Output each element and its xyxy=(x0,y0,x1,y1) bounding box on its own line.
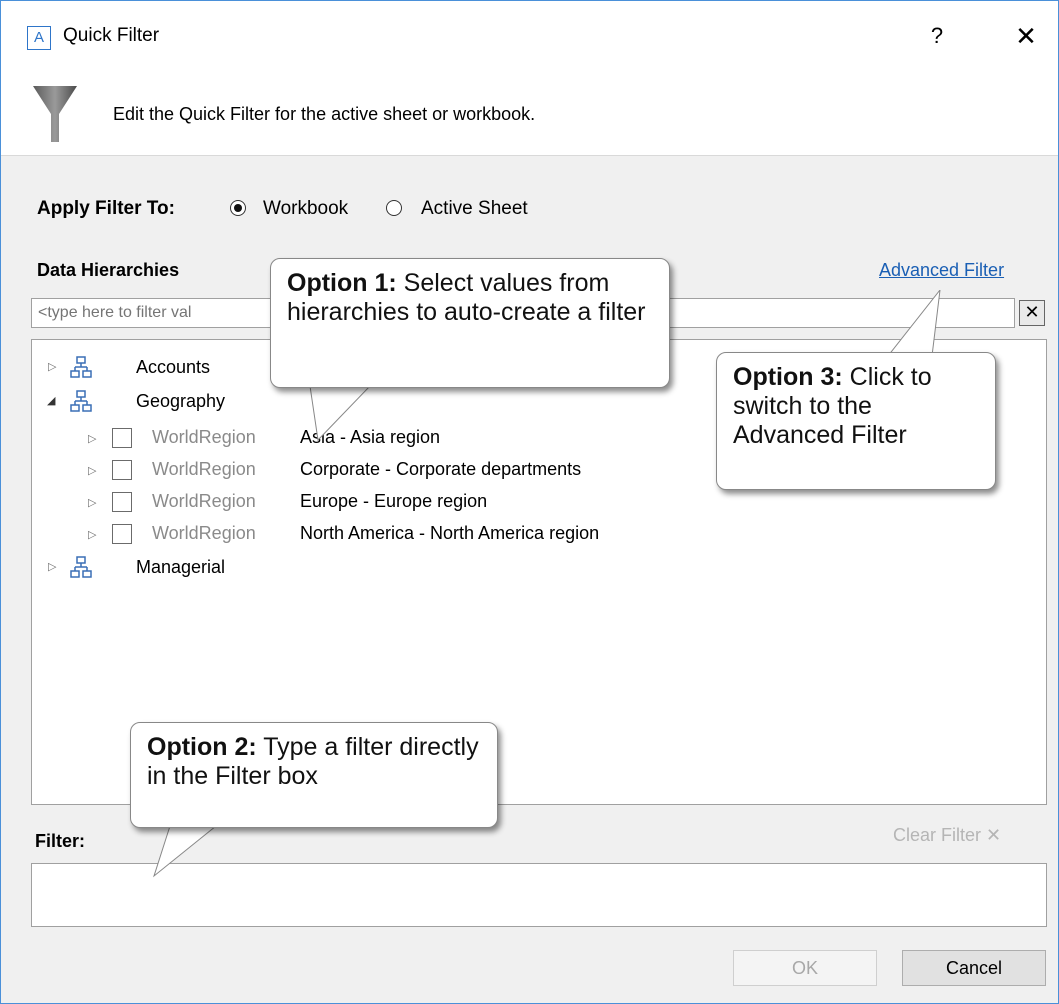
level-label: WorldRegion xyxy=(152,491,256,511)
callout-option-2: Option 2: Type a filter directly in the … xyxy=(130,722,498,828)
hierarchy-icon xyxy=(70,556,92,578)
workbook-radio[interactable] xyxy=(230,200,246,216)
callout-1-tail xyxy=(309,386,371,442)
callout-3-title: Option 3: xyxy=(733,363,843,391)
hierarchy-icon xyxy=(70,356,92,378)
callout-option-3: Option 3: Click to switch to the Advance… xyxy=(716,352,996,490)
filter-label: Filter: xyxy=(35,831,86,851)
tree-node-geography[interactable]: Geography xyxy=(136,391,225,412)
expand-north-america-icon[interactable]: ▷ xyxy=(88,528,96,541)
hierarchy-icon xyxy=(70,390,92,412)
ok-button[interactable]: OK xyxy=(733,950,877,986)
dialog-title: Quick Filter xyxy=(63,25,160,46)
tree-node-managerial[interactable]: Managerial xyxy=(136,557,225,578)
expand-corporate-icon[interactable]: ▷ xyxy=(88,464,96,477)
cancel-button[interactable]: Cancel xyxy=(902,950,1046,986)
europe-checkbox[interactable] xyxy=(112,492,132,512)
help-button[interactable]: ? xyxy=(925,23,949,51)
tree-node-accounts[interactable]: Accounts xyxy=(136,357,210,378)
callout-1-title: Option 1: xyxy=(287,269,397,297)
corporate-checkbox[interactable] xyxy=(112,460,132,480)
close-button[interactable]: ✕ xyxy=(1009,19,1043,53)
level-label: WorldRegion xyxy=(152,459,256,479)
member-north-america[interactable]: North America - North America region xyxy=(300,523,599,544)
advanced-filter-link[interactable]: Advanced Filter xyxy=(879,260,1004,281)
level-label: WorldRegion xyxy=(152,523,256,543)
asia-checkbox[interactable] xyxy=(112,428,132,448)
funnel-icon xyxy=(33,86,77,142)
apply-filter-label: Apply Filter To: xyxy=(37,198,175,219)
north-america-checkbox[interactable] xyxy=(112,524,132,544)
member-corporate[interactable]: Corporate - Corporate departments xyxy=(300,459,581,480)
clear-search-button[interactable]: ✕ xyxy=(1019,300,1045,326)
expand-managerial-icon[interactable]: ▷ xyxy=(48,560,56,573)
expand-accounts-icon[interactable]: ▷ xyxy=(48,360,56,373)
expand-asia-icon[interactable]: ▷ xyxy=(88,432,96,445)
expand-europe-icon[interactable]: ▷ xyxy=(88,496,96,509)
workbook-radio-label[interactable]: Workbook xyxy=(263,198,348,220)
clear-filter-button[interactable]: Clear Filter ✕ xyxy=(893,825,1001,846)
level-label: WorldRegion xyxy=(152,427,256,447)
active-sheet-radio-label[interactable]: Active Sheet xyxy=(421,198,528,220)
callout-2-tail xyxy=(153,826,217,878)
app-icon: A xyxy=(27,26,51,50)
callout-3-tail xyxy=(887,290,941,356)
data-hierarchies-label: Data Hierarchies xyxy=(37,260,180,280)
collapse-geography-icon[interactable]: ◢ xyxy=(47,394,55,407)
active-sheet-radio[interactable] xyxy=(386,200,402,216)
callout-2-title: Option 2: xyxy=(147,733,257,761)
callout-option-1: Option 1: Select values from hierarchies… xyxy=(270,258,670,388)
dialog-subtitle: Edit the Quick Filter for the active she… xyxy=(113,104,536,124)
member-europe[interactable]: Europe - Europe region xyxy=(300,491,487,512)
dialog-header: A Quick Filter ? ✕ Edit the Quick Filter… xyxy=(1,1,1058,156)
